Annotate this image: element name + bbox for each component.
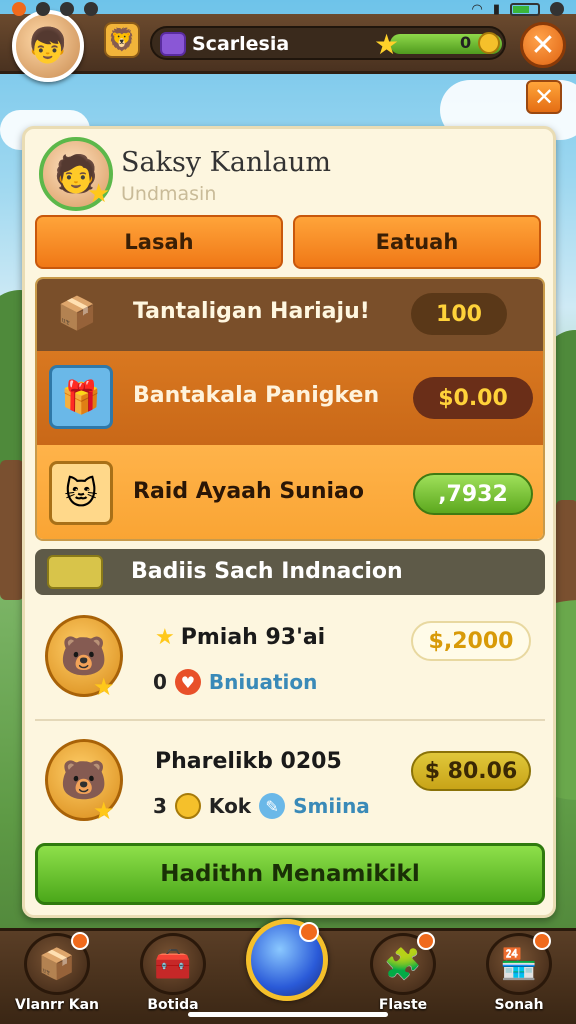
sync-icon [84,2,98,16]
star-icon: ★ [93,797,115,825]
profile-name: Saksy Kanlaum [121,147,332,178]
star-icon: ★ [87,179,111,209]
meta-label: Bniuation [208,670,318,694]
item-meta: 3 Kok ✎ Smiina [153,793,370,819]
lion-icon[interactable]: 🦁 [104,22,140,58]
app-icon [36,2,50,16]
nav-label: Sonah [494,997,544,1013]
star-icon: ★ [93,673,115,701]
bottom-nav: 📦 Vlanrr Kan 🧰 Botida 🧩 Flaste 🏪 Sonah [0,919,576,1024]
ticket-icon [47,555,103,589]
nav-label: Flaste [378,997,428,1013]
cat-character-icon: 🐱 [49,461,113,525]
coin-icon [478,32,500,54]
orb-icon[interactable] [246,919,328,1001]
reward-row[interactable]: 🐱 Raid Ayaah Suniao ,7932 [37,445,543,539]
meta-count: 3 [153,794,167,818]
list-item[interactable]: 🐻 ★ Pharelikb 0205 3 Kok ✎ Smiina $ 80.0… [35,727,545,845]
reward-row[interactable]: 📦 Tantaligan Hariaju! 100 [37,279,543,351]
status-bar: ◠ ▮ [0,0,576,18]
reward-label: Tantaligan Hariaju! [133,299,370,324]
meta-label: Smiina [293,794,370,818]
purple-box-icon: 🎁 [49,365,113,429]
home-indicator[interactable] [188,1012,388,1017]
media-icon [60,2,74,16]
gem-icon [160,32,186,56]
notification-badge [299,922,319,942]
reward-label: Raid Ayaah Suniao [133,479,364,504]
puzzle-icon: 🧩 [370,932,436,995]
heart-icon: ♥ [174,669,201,695]
reward-list: 📦 Tantaligan Hariaju! 100 🎁 Bantakala Pa… [35,277,545,541]
meta-count: 0 [153,670,167,694]
box-icon: 📦 [24,932,90,995]
notification-badge [417,932,435,950]
nav-item-shop[interactable]: 🏪 Sonah [464,931,574,1024]
player-avatar[interactable]: 👦 [12,10,84,82]
nav-label: Vlanrr Kan [15,997,99,1013]
panel-close-button[interactable]: ✕ [526,80,562,114]
reward-value: $0.00 [413,377,533,419]
notification-badge [71,932,89,950]
nav-label: Botida [147,997,199,1013]
feather-icon: ✎ [259,793,286,819]
wifi-icon: ◠ [471,1,483,17]
notification-badge [533,932,551,950]
list-item[interactable]: 🐻 ★ ★ Pmiah 93'ai 0 ♥ Bniuation $,2000 [35,603,545,721]
meta-label: Kok [208,794,252,818]
item-title: Pharelikb 0205 [155,749,342,774]
xp-value: 0 [460,33,472,52]
reward-row[interactable]: 🎁 Bantakala Panigken $0.00 [37,351,543,445]
section-title: Badiis Sach Indnacion [131,559,403,584]
close-icon[interactable]: ✕ [520,22,566,68]
player-name-bar: Scarlesia ★ 0 [150,26,506,61]
battery-icon [510,2,540,16]
primary-action-button[interactable]: Hadithn Menamikikl [35,843,545,905]
nav-item-box[interactable]: 📦 Vlanrr Kan [2,931,112,1024]
reward-value: ,7932 [413,473,533,515]
price-badge[interactable]: $ 80.06 [411,751,531,791]
main-panel: 🧑 ★ Saksy Kanlaum Undmasin Lasah Eatuah … [22,126,556,918]
item-title: ★ Pmiah 93'ai [155,625,326,650]
item-meta: 0 ♥ Bniuation [153,669,317,695]
nav-item-chest[interactable]: 🧰 Botida [118,931,228,1024]
reward-value: 100 [411,293,507,335]
section-header: Badiis Sach Indnacion [35,549,545,595]
signal-icon: ▮ [492,1,500,17]
tab-eatuah[interactable]: Eatuah [293,215,541,269]
player-name: Scarlesia [192,33,290,55]
star-icon: ★ [155,625,175,650]
nav-item-puzzle[interactable]: 🧩 Flaste [348,931,458,1024]
reward-label: Bantakala Panigken [133,383,380,408]
price-badge[interactable]: $,2000 [411,621,531,661]
shop-icon: 🏪 [486,932,552,995]
players-icon: 👦 [26,26,70,66]
coin-icon [174,793,201,819]
profile-subtitle: Undmasin [121,183,217,205]
star-icon: ★ [374,28,400,61]
chest-icon: 📦 [57,294,97,332]
notification-icon [12,2,26,16]
tab-lasah[interactable]: Lasah [35,215,283,269]
settings-icon [550,2,564,16]
chest-icon: 🧰 [140,933,206,995]
